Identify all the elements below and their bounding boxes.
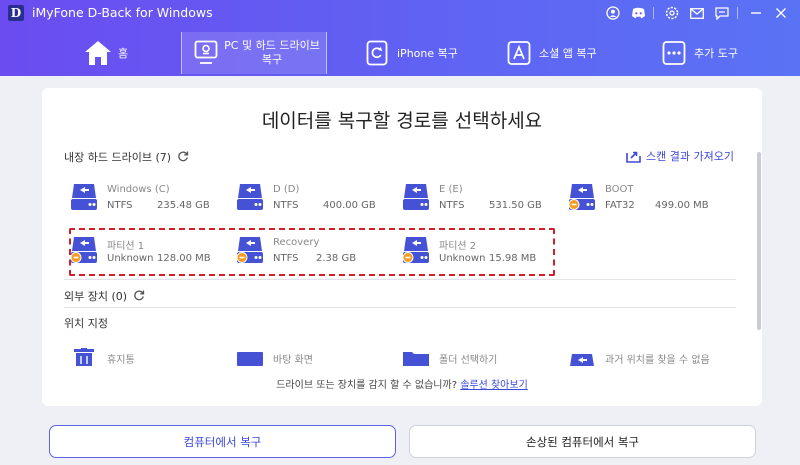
tab-pc-drive-label: PC 및 하드 드라이브 복구	[224, 39, 320, 66]
import-icon	[626, 151, 641, 163]
section-divider	[64, 279, 736, 280]
internal-drives-title: 내장 하드 드라이브 (7)	[64, 151, 172, 164]
location-label: 휴지통	[107, 355, 135, 366]
drive-item-windows-c[interactable]: Windows (C) NTFS 235.48 GB	[70, 182, 230, 216]
location-label: 바탕 화면	[273, 355, 313, 366]
find-solution-link[interactable]: 솔루션 찾아보기	[460, 380, 528, 391]
title-bar: D iMyFone D-Back for Windows	[0, 0, 800, 26]
locations-title: 위치 지정	[64, 317, 108, 330]
close-icon[interactable]	[770, 3, 792, 23]
location-item-trash[interactable]: 휴지통	[70, 344, 230, 366]
home-icon	[84, 39, 112, 67]
titlebar-separator	[653, 7, 654, 19]
page-title: 데이터를 복구할 경로를 선택하세요	[261, 110, 543, 132]
titlebar-controls	[599, 3, 792, 23]
tab-more-tools-label: 추가 도구	[694, 47, 738, 60]
tab-pc-drive-recovery[interactable]: PC 및 하드 드라이브 복구	[181, 32, 327, 74]
drive-item-d[interactable]: D (D) NTFS 400.00 GB	[236, 182, 396, 216]
drive-name: D (D)	[273, 184, 300, 195]
scrollbar[interactable]	[757, 152, 761, 330]
hard-drive-warning-icon	[568, 182, 596, 212]
location-label: 폴더 선택하기	[439, 355, 498, 366]
drive-size: 400.00 GB	[323, 200, 376, 211]
drive-name: E (E)	[439, 184, 463, 195]
location-item-lost-location[interactable]: 과거 위치를 찾을 수 없음	[568, 344, 728, 366]
location-label: 과거 위치를 찾을 수 없음	[605, 355, 710, 366]
drive-filesystem: FAT32	[605, 200, 635, 211]
help-question: 드라이브 또는 장치를 감지 할 수 없습니까?	[276, 380, 457, 391]
more-tools-icon	[660, 39, 688, 67]
drive-filesystem: NTFS	[439, 200, 465, 211]
recover-from-computer-button[interactable]: 컴퓨터에서 복구	[49, 425, 396, 458]
main-panel: 데이터를 복구할 경로를 선택하세요 내장 하드 드라이브 (7) 스캔 결과 …	[42, 88, 762, 406]
tab-iphone-recovery[interactable]: iPhone 복구	[363, 32, 458, 74]
tab-social-label: 소셜 앱 복구	[539, 47, 597, 60]
drive-size: 531.50 GB	[489, 200, 542, 211]
drive-name: BOOT	[605, 184, 634, 195]
drive-size: 499.00 MB	[655, 200, 709, 211]
tab-iphone-label: iPhone 복구	[397, 47, 458, 60]
drive-name: Windows (C)	[107, 184, 170, 195]
location-item-folder[interactable]: 폴더 선택하기	[402, 344, 562, 366]
import-scan-result-label: 스캔 결과 가져오기	[646, 150, 734, 163]
hard-drive-icon	[70, 182, 98, 212]
settings-icon[interactable]	[661, 3, 683, 23]
app-header: D iMyFone D-Back for Windows 홈 PC 및 하드 드…	[0, 0, 800, 76]
drive-filesystem: NTFS	[107, 200, 133, 211]
main-nav: 홈 PC 및 하드 드라이브 복구 iPhone 복구 소셜 앱 복구 추가 도	[0, 32, 800, 74]
pc-drive-icon	[192, 39, 220, 67]
app-title: iMyFone D-Back for Windows	[32, 5, 213, 20]
lost-location-icon	[568, 348, 596, 366]
external-devices-header: 외부 장치 (0)	[64, 288, 145, 304]
titlebar-separator	[737, 7, 738, 19]
user-icon[interactable]	[602, 3, 624, 23]
social-app-icon	[505, 39, 533, 67]
tab-home-label: 홈	[118, 47, 129, 60]
tab-social-app-recovery[interactable]: 소셜 앱 복구	[505, 32, 597, 74]
hard-drive-icon	[236, 182, 264, 212]
drive-item-boot[interactable]: BOOT FAT32 499.00 MB	[568, 182, 728, 216]
external-devices-title: 외부 장치 (0)	[64, 290, 128, 303]
section-divider	[64, 307, 736, 308]
tab-more-tools[interactable]: 추가 도구	[660, 32, 738, 74]
refresh-icon[interactable]	[177, 150, 189, 165]
drive-filesystem: NTFS	[273, 200, 299, 211]
import-scan-result-link[interactable]: 스캔 결과 가져오기	[626, 148, 734, 164]
internal-drives-header: 내장 하드 드라이브 (7)	[64, 149, 189, 165]
partition-highlight-box	[69, 228, 555, 276]
drive-size: 235.48 GB	[157, 200, 210, 211]
folder-icon	[402, 348, 430, 366]
mail-icon[interactable]	[686, 3, 708, 23]
help-text: 드라이브 또는 장치를 감지 할 수 없습니까? 솔루션 찾아보기	[42, 376, 762, 391]
feedback-icon[interactable]	[711, 3, 733, 23]
iphone-recovery-icon	[363, 39, 391, 67]
recover-from-crashed-computer-button[interactable]: 손상된 컴퓨터에서 복구	[409, 425, 756, 458]
hard-drive-icon	[402, 182, 430, 212]
location-item-desktop[interactable]: 바탕 화면	[236, 344, 396, 366]
bottom-action-bar: 컴퓨터에서 복구 손상된 컴퓨터에서 복구	[0, 414, 800, 465]
refresh-icon[interactable]	[133, 289, 145, 304]
minimize-icon[interactable]	[745, 3, 767, 23]
desktop-icon	[236, 348, 264, 366]
tab-home[interactable]: 홈	[84, 32, 128, 74]
trash-icon	[70, 348, 98, 366]
drive-item-e[interactable]: E (E) NTFS 531.50 GB	[402, 182, 562, 216]
app-logo: D	[8, 5, 24, 21]
discord-icon[interactable]	[627, 3, 649, 23]
